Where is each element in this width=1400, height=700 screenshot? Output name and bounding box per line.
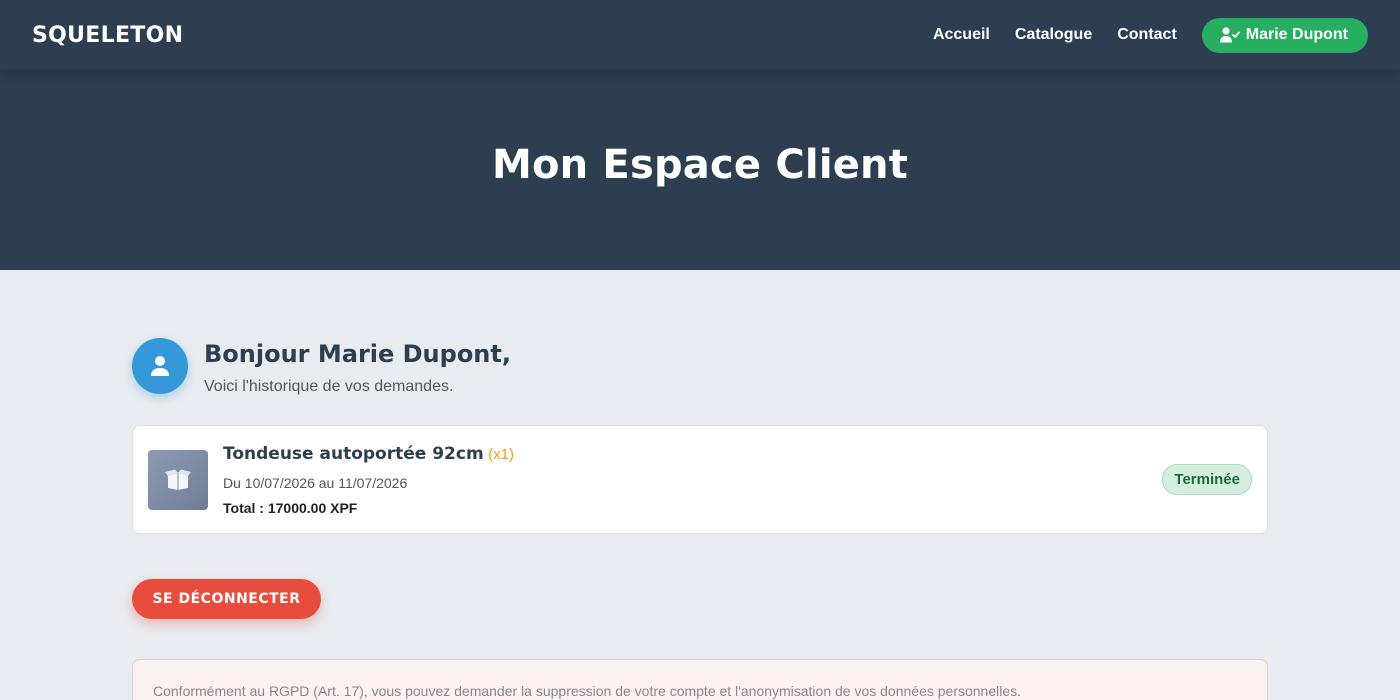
nav-link-accueil[interactable]: Accueil xyxy=(933,26,990,44)
rgpd-notice: Conformément au RGPD (Art. 17), vous pou… xyxy=(132,659,1268,700)
product-name: Tondeuse autoportée 92cm xyxy=(223,443,484,464)
nav-link-catalogue[interactable]: Catalogue xyxy=(1015,26,1092,44)
order-card: Tondeuse autoportée 92cm (x1) Du 10/07/2… xyxy=(132,425,1268,534)
order-total: Total : 17000.00 XPF xyxy=(223,499,358,516)
product-thumbnail xyxy=(148,449,208,510)
nav-links: Accueil Catalogue Contact Marie Dupont xyxy=(908,17,1368,53)
box-icon xyxy=(165,469,191,490)
navbar: SQUELETON Accueil Catalogue Contact Mari… xyxy=(0,0,1400,70)
rgpd-text: Conformément au RGPD (Art. 17), vous pou… xyxy=(153,683,1022,699)
status-badge: Terminée xyxy=(1162,464,1252,495)
order-dates: Du 10/07/2026 au 11/07/2026 xyxy=(223,474,408,491)
user-account-label: Marie Dupont xyxy=(1245,26,1348,43)
user-icon xyxy=(151,356,169,376)
hero-banner: Mon Espace Client xyxy=(0,70,1400,270)
order-info: Tondeuse autoportée 92cm (x1) Du 10/07/2… xyxy=(223,444,1162,516)
logo[interactable]: SQUELETON xyxy=(32,23,183,48)
greeting: Bonjour Marie Dupont, Voici l'historique… xyxy=(132,338,511,396)
greeting-text: Bonjour Marie Dupont, Voici l'historique… xyxy=(204,338,511,396)
greeting-title: Bonjour Marie Dupont, xyxy=(204,340,511,368)
product-quantity: (x1) xyxy=(488,445,514,463)
page-title: Mon Espace Client xyxy=(491,142,909,188)
order-title-row: Tondeuse autoportée 92cm (x1) xyxy=(223,444,1162,464)
user-check-icon xyxy=(1219,27,1240,43)
user-account-button[interactable]: Marie Dupont xyxy=(1201,17,1368,53)
greeting-subtitle: Voici l'historique de vos demandes. xyxy=(204,378,454,395)
nav-link-contact[interactable]: Contact xyxy=(1117,26,1177,44)
avatar xyxy=(132,338,188,394)
logout-button[interactable]: SE DÉCONNECTER xyxy=(132,579,321,619)
